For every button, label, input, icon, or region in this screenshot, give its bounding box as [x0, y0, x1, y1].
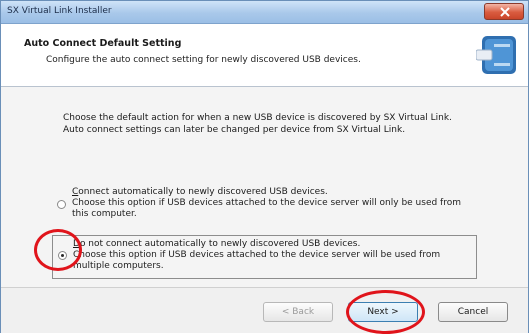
window-title: SX Virtual Link Installer [7, 6, 112, 16]
intro-text: Choose the default action for when a new… [63, 112, 483, 136]
accelerator-key: D [73, 239, 80, 249]
title-bar[interactable]: SX Virtual Link Installer [1, 1, 528, 24]
cancel-button[interactable]: Cancel [438, 302, 508, 322]
option-auto-connect[interactable]: Connect automatically to newly discovere… [52, 184, 477, 228]
wizard-header: Auto Connect Default Setting Configure t… [1, 24, 528, 87]
close-button[interactable] [484, 3, 524, 20]
installer-window: SX Virtual Link Installer Auto Connect D… [0, 0, 529, 334]
auto-connect-radio[interactable] [57, 200, 66, 209]
usb-device-icon [476, 36, 516, 74]
wizard-body: Choose the default action for when a new… [1, 87, 528, 287]
no-auto-connect-radio[interactable] [58, 251, 67, 260]
intro-line-2: Auto connect settings can later be chang… [63, 125, 406, 135]
wizard-footer: < Back Next > Cancel [1, 287, 528, 333]
page-title: Auto Connect Default Setting [24, 38, 182, 49]
page-subtitle: Configure the auto connect setting for n… [46, 55, 361, 65]
option-no-auto-connect[interactable]: Do not connect automatically to newly di… [52, 235, 477, 279]
label-text: onnect automatically to newly discovered… [78, 187, 328, 197]
close-icon [500, 7, 510, 17]
intro-line-1: Choose the default action for when a new… [63, 113, 452, 123]
no-auto-connect-description: Choose this option if USB devices attach… [73, 250, 441, 271]
auto-connect-label[interactable]: Connect automatically to newly discovere… [72, 187, 473, 198]
no-auto-connect-label[interactable]: Do not connect automatically to newly di… [73, 239, 472, 250]
next-button[interactable]: Next > [348, 302, 418, 322]
auto-connect-description: Choose this option if USB devices attach… [72, 198, 461, 219]
back-button[interactable]: < Back [263, 302, 333, 322]
label-text: o not connect automatically to newly dis… [79, 239, 361, 249]
